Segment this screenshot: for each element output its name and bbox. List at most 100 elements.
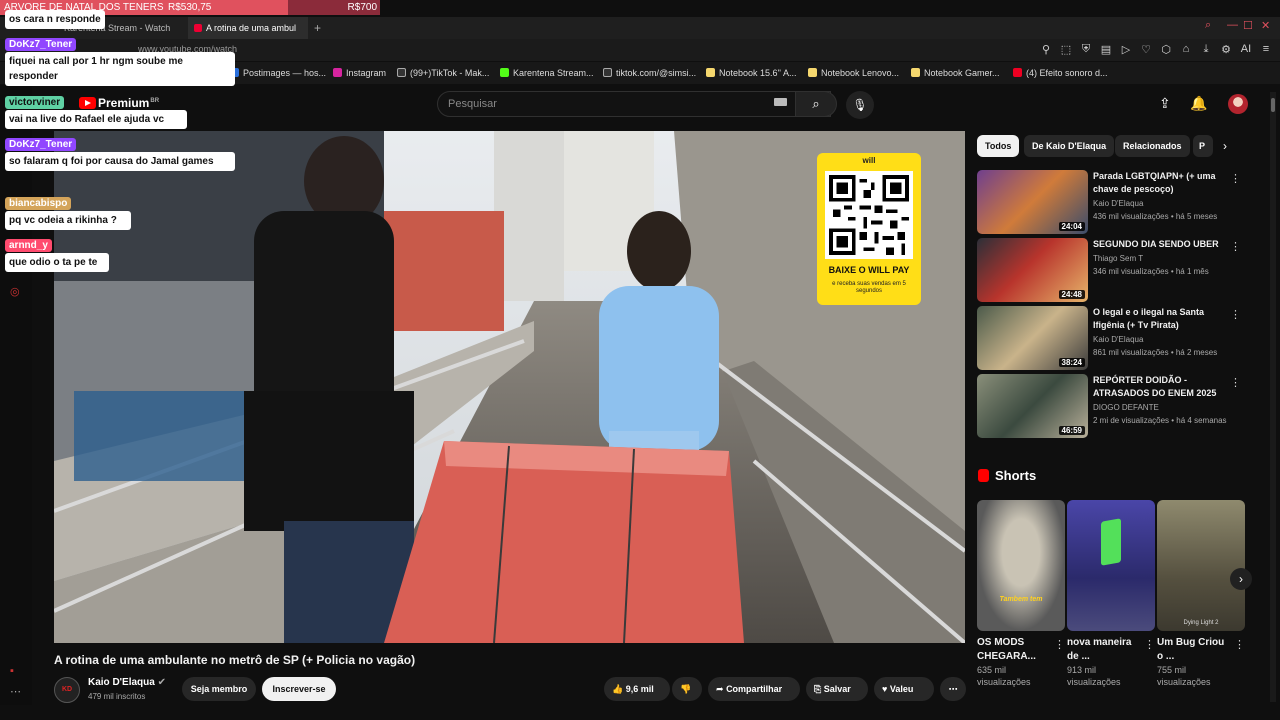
- chat-message: os cara n responde: [5, 10, 105, 29]
- short-thumbnail[interactable]: Tambem tem: [977, 500, 1065, 631]
- bookmark-item[interactable]: Notebook 15.6'' A...: [706, 62, 797, 84]
- will-pay-ad[interactable]: will BAIXE O WILL PAY e receba suas vend…: [817, 153, 921, 305]
- bookmark-item[interactable]: (4) Efeito sonoro d...: [1013, 62, 1108, 84]
- recommendation-channel[interactable]: Thiago Sem T: [1093, 254, 1143, 263]
- recommendation-item[interactable]: 24:04 Parada LGBTQIAPN+ (+ uma chave de …: [977, 170, 1247, 234]
- maximize-icon[interactable]: ☐: [1243, 19, 1253, 32]
- more-options-icon[interactable]: ⋮: [1144, 638, 1155, 651]
- close-icon[interactable]: ✕: [1261, 19, 1270, 32]
- plumbob-icon: [1101, 518, 1121, 566]
- bookmark-item[interactable]: Instagram: [333, 62, 386, 84]
- chip-from-channel[interactable]: De Kaio D'Elaqua: [1024, 135, 1115, 157]
- bookmark-item[interactable]: Notebook Lenovo...: [808, 62, 899, 84]
- join-button[interactable]: Seja membro: [182, 677, 256, 701]
- recommendation-channel[interactable]: Kaio D'Elaqua: [1093, 335, 1143, 344]
- ad-subtitle: e receba suas vendas em 5 segundos: [832, 281, 906, 294]
- thanks-button[interactable]: ♥ Valeu: [874, 677, 934, 701]
- minimize-icon[interactable]: —: [1227, 19, 1238, 31]
- duration-badge: 24:04: [1058, 222, 1085, 231]
- wallet-icon[interactable]: ⌂: [1180, 43, 1192, 56]
- extensions-icon[interactable]: ⬡: [1160, 43, 1172, 56]
- chip-more[interactable]: P: [1193, 135, 1213, 157]
- menu-icon[interactable]: ≡: [1260, 43, 1272, 56]
- save-button[interactable]: ⎘ Salvar: [806, 677, 868, 701]
- ad-brand: will: [862, 156, 876, 165]
- subscriber-count: 479 mil inscritos: [88, 692, 146, 701]
- like-button[interactable]: 👍 9,6 mil: [604, 677, 670, 701]
- search-input[interactable]: Pesquisar: [437, 91, 831, 117]
- keyboard-icon[interactable]: [774, 98, 787, 106]
- bookmark-item[interactable]: tiktok.com/@simsi...: [603, 62, 696, 84]
- youtube-favicon-icon: [194, 24, 202, 32]
- sidebar-icon[interactable]: ◎: [10, 285, 20, 298]
- bookmark-item[interactable]: Postimages — hos...: [230, 62, 326, 84]
- recommendation-title[interactable]: REPÓRTER DOIDÃO - ATRASADOS DO ENEM 2025: [1093, 374, 1223, 400]
- share-button[interactable]: ➦ Compartilhar: [708, 677, 800, 701]
- recommendation-item[interactable]: 38:24 O legal e o ilegal na Santa Ifigên…: [977, 306, 1247, 370]
- bookmark-item[interactable]: (99+)TikTok - Mak...: [397, 62, 489, 84]
- heart-icon[interactable]: ♡: [1140, 43, 1152, 56]
- search-icon[interactable]: ⌕: [1205, 19, 1211, 32]
- chip-all[interactable]: Todos: [977, 135, 1020, 157]
- shorts-heading: Shorts: [978, 468, 1036, 483]
- settings-icon[interactable]: ⚙: [1220, 43, 1232, 56]
- bookmark-item[interactable]: Karentena Stream...: [500, 62, 594, 84]
- more-options-icon[interactable]: ⋮: [1230, 308, 1241, 321]
- chip-related[interactable]: Relacionados: [1115, 135, 1190, 157]
- chat-username: DoKz7_Tener: [5, 38, 77, 51]
- recommendation-channel[interactable]: Kaio D'Elaqua: [1093, 199, 1143, 208]
- short-item[interactable]: Tambem tem OS MODS CHEGARA... 635 mil vi…: [977, 500, 1065, 688]
- recommendation-item[interactable]: 46:59 REPÓRTER DOIDÃO - ATRASADOS DO ENE…: [977, 374, 1247, 438]
- screenshot-icon[interactable]: ⬚: [1060, 43, 1072, 56]
- sidebar-icon[interactable]: ▪: [10, 665, 14, 677]
- notifications-bell-icon[interactable]: 🔔: [1190, 95, 1207, 112]
- search-button[interactable]: ⌕: [795, 91, 837, 117]
- more-options-icon[interactable]: ⋮: [1234, 638, 1245, 651]
- recommendation-item[interactable]: 24:48 SEGUNDO DIA SENDO UBER Thiago Sem …: [977, 238, 1247, 302]
- recommendation-title[interactable]: SEGUNDO DIA SENDO UBER: [1093, 238, 1223, 251]
- short-title[interactable]: OS MODS CHEGARA...: [977, 636, 1049, 664]
- subscribe-button[interactable]: Inscrever-se: [262, 677, 336, 701]
- chat-text: vai na live do Rafael ele ajuda vc: [5, 110, 187, 129]
- ad-title: BAIXE O WILL PAY: [828, 265, 910, 275]
- more-options-icon[interactable]: ⋮: [1230, 376, 1241, 389]
- short-item[interactable]: Dying Light 2 Um Bug Criou o ... 755 mil…: [1157, 500, 1245, 688]
- page-scrollbar[interactable]: [1270, 92, 1276, 702]
- short-thumbnail[interactable]: Dying Light 2: [1157, 500, 1245, 631]
- video-player[interactable]: will BAIXE O WILL PAY e receba suas vend…: [54, 131, 965, 643]
- bookmark-item[interactable]: Notebook Gamer...: [911, 62, 1000, 84]
- more-icon[interactable]: ⋯: [10, 685, 21, 698]
- channel-name[interactable]: Kaio D'Elaqua ✔: [88, 677, 166, 688]
- download-icon[interactable]: ⤓: [1200, 43, 1212, 56]
- play-icon[interactable]: ▷: [1120, 43, 1132, 56]
- ai-button[interactable]: AI: [1240, 43, 1252, 56]
- recommendation-title[interactable]: O legal e o ilegal na Santa Ifigênia (+ …: [1093, 306, 1223, 332]
- more-options-icon[interactable]: ⋮: [1230, 172, 1241, 185]
- new-tab-button[interactable]: +: [314, 17, 321, 39]
- more-actions-button[interactable]: ⋯: [940, 677, 966, 701]
- pin-icon[interactable]: ⚲: [1040, 43, 1052, 56]
- more-options-icon[interactable]: ⋮: [1230, 240, 1241, 253]
- recommendation-title[interactable]: Parada LGBTQIAPN+ (+ uma chave de pescoç…: [1093, 170, 1223, 196]
- video-thumbnail[interactable]: 24:04: [977, 170, 1088, 234]
- shield-icon[interactable]: ⛨: [1080, 43, 1092, 56]
- voice-search-button[interactable]: 🎙: [846, 91, 874, 119]
- reading-list-icon[interactable]: ▤: [1100, 43, 1112, 56]
- dislike-button[interactable]: 👎: [672, 677, 702, 701]
- short-title[interactable]: nova maneira de ...: [1067, 636, 1139, 664]
- upload-icon[interactable]: ⇪: [1159, 95, 1171, 112]
- more-options-icon[interactable]: ⋮: [1054, 638, 1065, 651]
- video-thumbnail[interactable]: 24:48: [977, 238, 1088, 302]
- short-title[interactable]: Um Bug Criou o ...: [1157, 636, 1229, 664]
- video-thumbnail[interactable]: 46:59: [977, 374, 1088, 438]
- account-avatar[interactable]: [1228, 94, 1248, 114]
- recommendation-channel[interactable]: DIOGO DEFANTE: [1093, 403, 1159, 412]
- short-thumbnail[interactable]: [1067, 500, 1155, 631]
- scrollbar-thumb[interactable]: [1271, 98, 1275, 112]
- video-thumbnail[interactable]: 38:24: [977, 306, 1088, 370]
- channel-avatar[interactable]: KD: [54, 677, 80, 703]
- short-item[interactable]: nova maneira de ... 913 mil visualizaçõe…: [1067, 500, 1155, 688]
- shorts-next-button[interactable]: ›: [1230, 568, 1252, 590]
- chips-next-icon[interactable]: ›: [1223, 139, 1227, 153]
- chat-text: que odio o ta pe te: [5, 253, 109, 272]
